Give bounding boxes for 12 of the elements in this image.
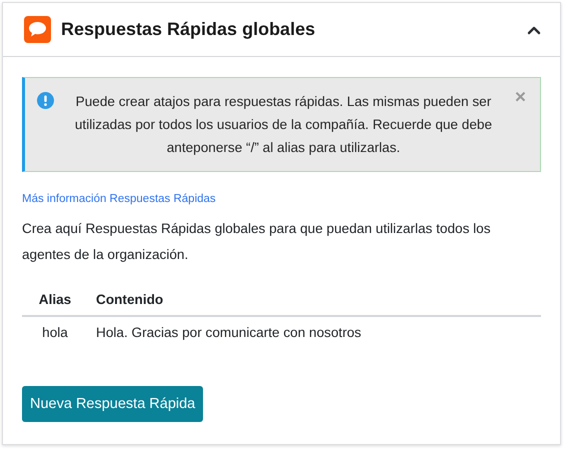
info-icon — [37, 92, 54, 109]
table-cell: hola — [22, 316, 88, 348]
help-link[interactable]: Más información Respuestas Rápidas — [22, 193, 216, 205]
chat-bubble-icon — [24, 16, 51, 43]
close-button[interactable]: × — [512, 90, 528, 106]
new-reply-button[interactable]: Nueva Respuesta Rápida — [22, 386, 204, 422]
column-header: Alias — [22, 286, 88, 316]
alert-message: Puede crear atajos para respuestas rápidas. Las mismas pueden ser utilizadas por todos los usuarios de la compañía. Recuerde que debe anteponerse “/” al alias para utilizarlas. — [74, 93, 494, 157]
description: Crea aquí Respuestas Rápidas globales para que puedan utilizarlas todos los agentes de la organización. — [22, 220, 492, 264]
table-cell: Hola. Gracias por comunicarte con nosotros — [88, 316, 541, 348]
panel-title: Respuestas Rápidas globales — [61, 19, 316, 40]
column-header: Contenido — [88, 286, 541, 316]
